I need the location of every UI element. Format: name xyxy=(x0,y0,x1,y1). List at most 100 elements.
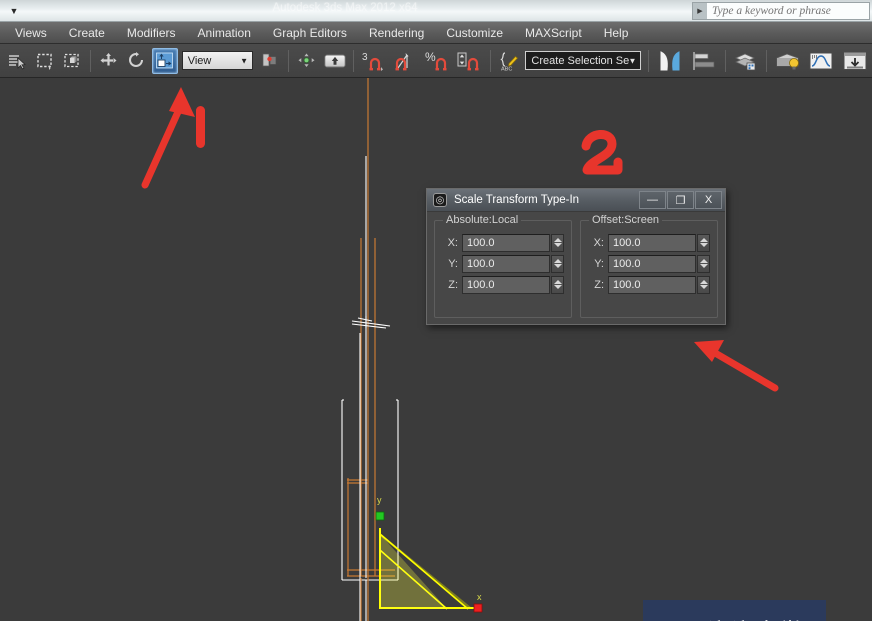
close-button[interactable]: X xyxy=(695,191,722,209)
menu-item-maxscript[interactable]: MAXScript xyxy=(514,24,593,42)
percent-snap-toggle-icon[interactable]: % xyxy=(423,48,453,74)
offset-screen-y-input[interactable]: 100.0 xyxy=(608,254,696,273)
menu-item-create[interactable]: Create xyxy=(58,24,116,42)
spinner-down-icon[interactable] xyxy=(699,243,708,247)
toolbar-separator xyxy=(489,49,491,72)
offset-screen-x-spinner[interactable] xyxy=(697,233,710,252)
toolbar-separator xyxy=(725,49,727,72)
offset-screen-x-input[interactable]: 100.0 xyxy=(608,233,696,252)
svg-text:3: 3 xyxy=(362,52,368,63)
render-setup-icon[interactable] xyxy=(839,48,871,74)
selection-set-value: Create Selection Set xyxy=(531,54,630,67)
absolute-local-y-input[interactable]: 100.0 xyxy=(462,254,550,273)
absolute-local-y-spinner[interactable] xyxy=(551,254,564,273)
svg-text:ABC: ABC xyxy=(501,66,512,71)
gizmo-x-handle xyxy=(473,603,483,613)
edit-named-selection-sets-icon[interactable]: ABC xyxy=(496,48,522,74)
menu-item-help[interactable]: Help xyxy=(593,24,640,42)
use-selection-center-icon[interactable] xyxy=(294,48,320,74)
menu-item-animation[interactable]: Animation xyxy=(187,24,262,42)
absolute-local-z-input[interactable]: 100.0 xyxy=(462,275,550,294)
offset-screen-group: Offset:Screen X: 100.0 Y: 100.0 Z: 100.0 xyxy=(580,214,718,318)
absolute-local-y-row: Y: 100.0 xyxy=(442,254,564,273)
use-pivot-point-center-icon[interactable] xyxy=(257,48,283,74)
offset-screen-z-row: Z: 100.0 xyxy=(588,275,710,294)
spinner-down-icon[interactable] xyxy=(699,285,708,289)
absolute-local-z-spinner[interactable] xyxy=(551,275,564,294)
toolbar-separator xyxy=(287,49,289,72)
dialog-window-buttons: — ❐ X xyxy=(638,191,722,209)
absolute-local-x-label: X: xyxy=(447,236,458,249)
rectangular-selection-region-icon[interactable] xyxy=(32,48,58,74)
menu-item-modifiers[interactable]: Modifiers xyxy=(116,24,187,42)
snaps-toggle-icon[interactable]: 3 xyxy=(359,48,389,74)
angle-snap-toggle-icon[interactable] xyxy=(391,48,421,74)
absolute-local-z-row: Z: 100.0 xyxy=(442,275,564,294)
scale-gizmo[interactable]: y x xyxy=(375,495,483,613)
dialog-body: Absolute:Local X: 100.0 Y: 100.0 Z: 100.… xyxy=(427,212,725,326)
offset-screen-x-row: X: 100.0 xyxy=(588,233,710,252)
spinner-down-icon[interactable] xyxy=(553,285,562,289)
absolute-local-x-row: X: 100.0 xyxy=(442,233,564,252)
offset-screen-z-label: Z: xyxy=(594,278,604,291)
absolute-local-group: Absolute:Local X: 100.0 Y: 100.0 Z: 100.… xyxy=(434,214,572,318)
spinner-up-icon[interactable] xyxy=(699,259,708,263)
select-and-uniform-scale-icon[interactable] xyxy=(151,47,178,74)
spinner-up-icon[interactable] xyxy=(699,280,708,284)
dialog-title-bar[interactable]: ◎ Scale Transform Type-In — ❐ X xyxy=(427,189,725,212)
spinner-down-icon[interactable] xyxy=(553,264,562,268)
svg-text:%: % xyxy=(425,51,436,64)
offset-screen-label: Offset:Screen xyxy=(589,214,663,226)
help-search-box[interactable]: ▶ xyxy=(692,2,870,20)
spinner-snap-toggle-icon[interactable] xyxy=(455,48,485,74)
absolute-local-x-input[interactable]: 100.0 xyxy=(462,233,550,252)
material-editor-icon[interactable] xyxy=(772,48,804,74)
curve-editor-icon[interactable] xyxy=(806,48,838,74)
chevron-down-icon[interactable]: ▼ xyxy=(628,56,636,65)
title-bar: ▼ Autodesk 3ds Max 2012 x64 ▶ xyxy=(0,0,872,22)
menu-item-customize[interactable]: Customize xyxy=(435,24,514,42)
chevron-right-icon[interactable]: ▶ xyxy=(693,3,707,19)
offset-screen-z-spinner[interactable] xyxy=(697,275,710,294)
chevron-down-icon[interactable]: ▼ xyxy=(240,56,248,65)
select-by-name-icon[interactable] xyxy=(322,48,348,74)
offset-screen-y-label: Y: xyxy=(594,257,604,270)
maximize-button[interactable]: ❐ xyxy=(667,191,694,209)
absolute-local-z-label: Z: xyxy=(448,278,458,291)
menu-item-views[interactable]: Views xyxy=(4,24,58,42)
window-crossing-icon[interactable] xyxy=(60,48,86,74)
offset-screen-x-label: X: xyxy=(593,236,604,249)
select-and-move-icon[interactable] xyxy=(96,48,122,74)
spinner-up-icon[interactable] xyxy=(553,238,562,242)
align-icon[interactable] xyxy=(690,48,720,74)
scale-transform-type-in-dialog[interactable]: ◎ Scale Transform Type-In — ❐ X Absolute… xyxy=(426,188,726,325)
menu-item-rendering[interactable]: Rendering xyxy=(358,24,435,42)
toolbar-separator xyxy=(352,49,354,72)
spinner-down-icon[interactable] xyxy=(699,264,708,268)
scale-transform-icon: ◎ xyxy=(433,193,447,207)
select-object-icon[interactable] xyxy=(4,48,30,74)
gizmo-y-label: y xyxy=(377,495,382,505)
window-title: Autodesk 3ds Max 2012 x64 xyxy=(272,2,418,14)
named-selection-sets-dropdown[interactable]: Create Selection Set ▼ xyxy=(525,51,642,70)
spinner-down-icon[interactable] xyxy=(553,243,562,247)
offset-screen-y-spinner[interactable] xyxy=(697,254,710,273)
reference-coordinate-system-dropdown[interactable]: View ▼ xyxy=(181,51,254,70)
absolute-local-y-label: Y: xyxy=(448,257,458,270)
minimize-button[interactable]: — xyxy=(639,191,666,209)
spinner-up-icon[interactable] xyxy=(553,280,562,284)
watermark: 溜溜自学 ZIXUE.3D66.COM xyxy=(643,600,826,621)
search-input[interactable] xyxy=(707,5,869,17)
menu-item-graph-editors[interactable]: Graph Editors xyxy=(262,24,358,42)
spinner-up-icon[interactable] xyxy=(699,238,708,242)
dialog-title: Scale Transform Type-In xyxy=(454,194,580,206)
menu-bar: Views Create Modifiers Animation Graph E… xyxy=(0,22,872,44)
mirror-icon[interactable] xyxy=(654,48,688,74)
offset-screen-z-input[interactable]: 100.0 xyxy=(608,275,696,294)
perspective-viewport[interactable]: y x xyxy=(0,78,872,621)
spinner-up-icon[interactable] xyxy=(553,259,562,263)
absolute-local-x-spinner[interactable] xyxy=(551,233,564,252)
main-toolbar: View ▼ 3 % ABC Create Selection Set ▼ xyxy=(0,44,872,78)
layer-manager-icon[interactable] xyxy=(731,48,761,74)
select-and-rotate-icon[interactable] xyxy=(124,48,150,74)
